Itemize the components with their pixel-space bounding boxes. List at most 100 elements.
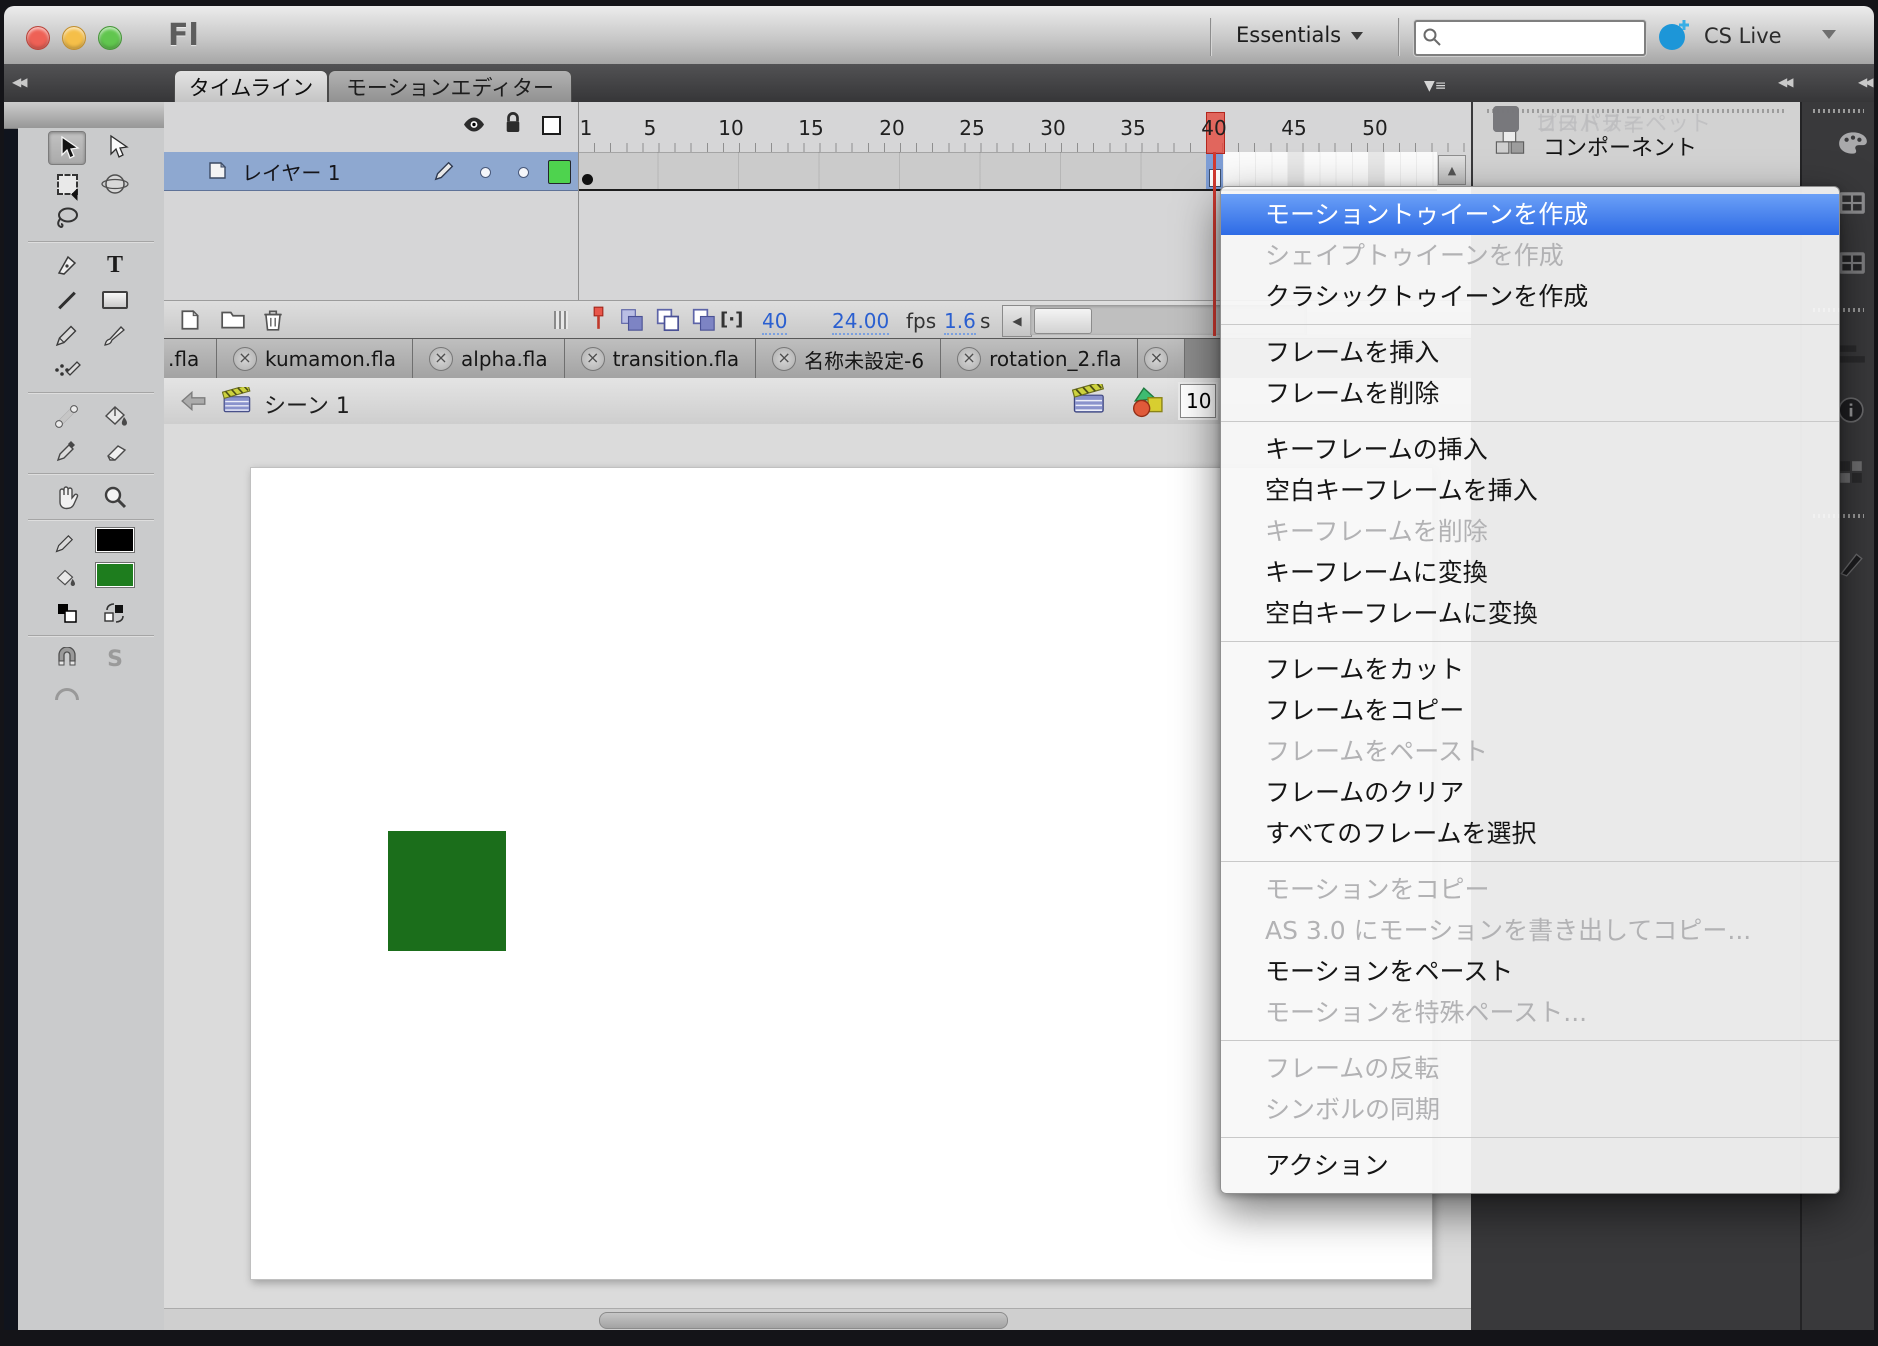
subselection-tool-icon[interactable] [98,131,134,163]
scene-name[interactable]: シーン 1 [264,388,350,420]
context-menu-item[interactable]: キーフレームを削除 [1221,511,1839,552]
tools-panel-header[interactable] [4,102,164,129]
straighten-icon[interactable] [49,678,85,710]
zoom-value-input[interactable] [1181,385,1216,413]
deco-tool-icon[interactable] [49,354,85,386]
stage-hscrollbar-track[interactable] [164,1308,1471,1330]
context-menu-item[interactable]: モーションを特殊ペースト... [1221,992,1839,1033]
elapsed-time-value[interactable]: 1.6 [944,309,976,335]
search-box[interactable] [1414,20,1646,56]
new-folder-button[interactable] [220,308,246,334]
close-document-icon[interactable] [233,347,257,371]
info-panel-icon[interactable] [1837,396,1865,428]
onion-skin-outlines-button[interactable] [656,308,681,337]
layer-visibility-dot[interactable] [480,167,491,178]
close-window-button[interactable] [26,26,50,50]
layer-lock-dot[interactable] [518,167,529,178]
rectangle-tool-icon[interactable] [97,284,133,316]
lock-layers-icon[interactable] [504,112,522,139]
minimize-window-button[interactable] [62,26,86,50]
panel-gripper[interactable] [1813,109,1864,113]
context-menu-item[interactable]: シンボルの同期 [1221,1089,1839,1130]
stage-zoom-input[interactable] [1180,384,1216,418]
document-tab[interactable]: kumamon.fla [217,339,413,379]
playhead-line[interactable] [1213,152,1216,336]
timeline-scrollbar-thumb[interactable] [1034,308,1092,334]
context-menu-item[interactable]: フレームをカット [1221,649,1839,690]
selection-tool-icon[interactable] [48,131,86,165]
context-menu-item[interactable]: AS 3.0 にモーションを書き出してコピー... [1221,910,1839,951]
transform-panel-icon[interactable] [1837,458,1865,490]
center-frame-button[interactable] [592,306,605,334]
back-arrow-icon[interactable] [180,390,208,416]
context-menu-item[interactable]: 空白キーフレームに変換 [1221,593,1839,634]
context-menu-item[interactable]: クラシックトゥイーンを作成 [1221,276,1839,317]
keyframe-dot[interactable] [582,174,593,185]
snap-magnet-icon[interactable] [49,643,85,675]
default-colors-icon[interactable] [49,597,85,629]
swatches-palette-icon[interactable] [1837,130,1869,160]
brush-tool-icon[interactable] [97,319,133,351]
eraser-tool-icon[interactable] [97,435,133,467]
collapse-left-dock-icon[interactable]: ◀◀ [12,75,24,89]
eyedropper-tool-icon[interactable] [49,435,85,467]
document-tab[interactable]: .fla [164,339,217,379]
context-menu-item[interactable]: アクション [1221,1145,1839,1186]
context-menu-item[interactable]: フレームを削除 [1221,373,1839,414]
tab-motion-editor[interactable]: モーションエディター [328,70,572,103]
collapse-right-dock-icon[interactable]: ◀◀ [1858,75,1870,89]
green-square-shape[interactable] [388,831,506,951]
library-panel-icon[interactable] [1837,190,1867,220]
modify-onion-markers-button[interactable]: [·] [720,309,743,330]
layer-frames-span[interactable] [578,152,1207,190]
document-tab[interactable]: rotation_2.fla [941,339,1138,379]
panel-resize-handle[interactable] [554,311,568,329]
hand-tool-icon[interactable] [49,481,85,513]
caret-down-icon[interactable] [1822,30,1836,39]
timeline-scroll-up-button[interactable]: ▲ [1438,155,1466,185]
search-input[interactable] [1446,24,1640,50]
layer-row[interactable]: レイヤー 1 [164,152,578,191]
edit-symbols-button[interactable] [1128,386,1166,422]
context-menu-item[interactable]: フレームをコピー [1221,690,1839,731]
context-menu-item[interactable]: キーフレームの挿入 [1221,429,1839,470]
outline-layers-icon[interactable] [542,116,561,135]
layer-name[interactable]: レイヤー 1 [242,157,340,186]
cs-live-button[interactable]: CS Live [1704,24,1782,48]
smooth-icon[interactable]: S [97,643,133,675]
context-menu-item[interactable]: キーフレームに変換 [1221,552,1839,593]
line-tool-icon[interactable] [49,284,85,316]
context-menu-item[interactable]: すべてのフレームを選択 [1221,813,1839,854]
current-frame-value[interactable]: 40 [762,309,787,335]
fill-color-swatch[interactable] [95,562,135,588]
pencil-tool-icon[interactable] [49,319,85,351]
document-tab[interactable]: transition.fla [565,339,757,379]
close-document-icon[interactable] [1144,347,1168,371]
close-document-icon[interactable] [429,347,453,371]
context-menu-item[interactable]: フレームをペースト [1221,731,1839,772]
context-menu-item[interactable]: フレームのクリア [1221,772,1839,813]
stage-hscrollbar-thumb[interactable] [599,1312,1008,1329]
new-layer-button[interactable] [178,308,202,336]
swap-colors-icon[interactable] [97,597,133,629]
delete-layer-trash-button[interactable] [262,308,284,336]
context-menu-item[interactable]: 空白キーフレームを挿入 [1221,470,1839,511]
workspace-switcher[interactable]: Essentials [1236,23,1363,47]
context-menu-item[interactable]: フレームの反転 [1221,1048,1839,1089]
frame-rate-value[interactable]: 24.00 [832,309,889,335]
bone-tool-icon[interactable] [49,400,85,432]
context-menu-item[interactable]: モーショントゥイーンを作成 [1221,194,1839,235]
context-menu-item[interactable]: モーションをコピー [1221,869,1839,910]
edit-multiple-frames-button[interactable] [692,308,717,337]
empty-frames-area[interactable] [1223,152,1437,190]
timeline-scroll-left-button[interactable]: ◀ [1002,305,1032,337]
context-menu-item[interactable]: フレームを挿入 [1221,332,1839,373]
zoom-tool-icon[interactable] [97,481,133,513]
document-tab[interactable]: 名称未設定-6 [756,339,941,379]
window-titlebar[interactable]: Fl Essentials CS Live [4,6,1874,65]
pen-tool-icon[interactable] [49,249,85,281]
code-snippets-panel-icon[interactable] [1837,550,1865,582]
paint-bucket-tool-icon[interactable] [97,400,133,432]
panel-menu-icon[interactable]: ▼≡ [1424,78,1447,94]
3d-rotation-tool-icon[interactable] [97,168,133,200]
